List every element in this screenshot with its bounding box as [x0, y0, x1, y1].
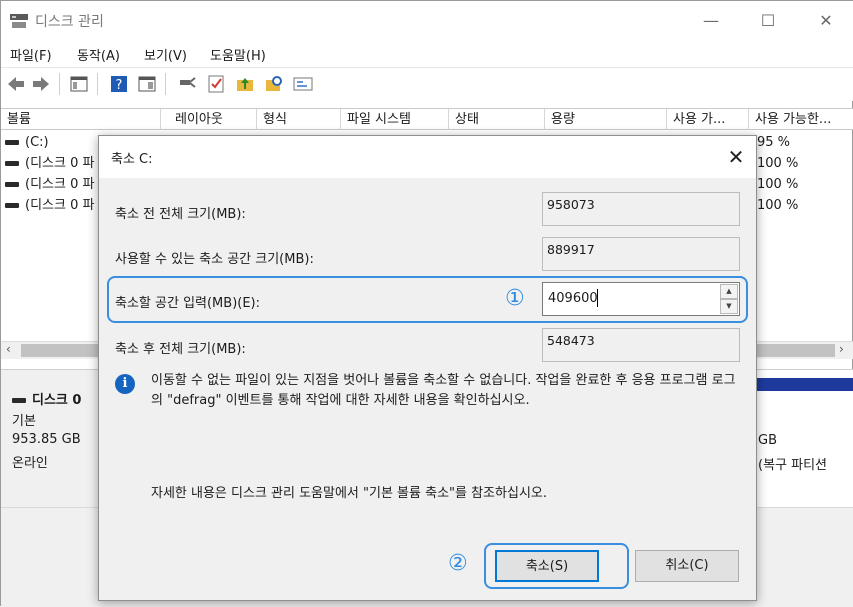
spin-down-button[interactable]: ▼ [720, 299, 738, 314]
menu-bar: 파일(F) 동작(A) 보기(V) 도움말(H) [1, 41, 853, 67]
col-percent-free[interactable]: 사용 가능한... [749, 109, 853, 130]
back-arrow-icon[interactable] [6, 74, 26, 94]
scroll-left-icon[interactable]: ‹ [6, 342, 11, 356]
menu-file[interactable]: 파일(F) [10, 45, 52, 64]
shrink-amount-value: 409600 [548, 291, 598, 306]
shrink-amount-input[interactable]: 409600 ▲ ▼ [542, 282, 740, 316]
total-before-label: 축소 전 전체 크기(MB): [115, 207, 246, 222]
spin-up-button[interactable]: ▲ [720, 284, 738, 299]
dialog-title: 축소 C: [111, 152, 153, 167]
forward-arrow-icon[interactable] [31, 74, 51, 94]
volume-list-header: 볼륨 레이아웃 형식 파일 시스템 상태 용량 사용 가... 사용 가능한..… [1, 108, 853, 130]
toolbar-separator [59, 73, 60, 95]
drive-icon [12, 398, 26, 403]
drive-icon [5, 203, 19, 208]
help-message: 자세한 내용은 디스크 관리 도움말에서 "기본 볼륨 축소"를 참조하십시오. [151, 486, 547, 501]
disk-management-window: 디스크 관리 — ☐ ✕ 파일(F) 동작(A) 보기(V) 도움말(H) ? … [0, 0, 853, 607]
shrink-dialog: 축소 C: ✕ 축소 전 전체 크기(MB): 958073 사용할 수 있는 … [98, 135, 757, 601]
disk-status: 온라인 [12, 456, 48, 471]
svg-text:?: ? [116, 78, 123, 93]
col-volume[interactable]: 볼륨 [1, 109, 161, 130]
folder-up-icon[interactable] [235, 74, 255, 94]
dialog-title-bar: 축소 C: ✕ [99, 136, 756, 178]
title-bar: 디스크 관리 — ☐ ✕ [1, 1, 853, 41]
info-icon: i [115, 374, 135, 394]
total-before-field: 958073 [542, 192, 740, 226]
connect-icon[interactable] [177, 74, 197, 94]
disk-management-icon [10, 14, 28, 28]
console-tree-icon[interactable] [69, 74, 89, 94]
scroll-right-icon[interactable]: › [839, 342, 844, 356]
col-status[interactable]: 상태 [449, 109, 545, 130]
search-folder-icon[interactable] [264, 74, 284, 94]
menu-view[interactable]: 보기(V) [144, 45, 187, 64]
col-type[interactable]: 형식 [257, 109, 341, 130]
toolbar-separator [97, 73, 98, 95]
properties-icon[interactable] [293, 74, 313, 94]
maximize-button[interactable]: ☐ [753, 7, 783, 35]
text-cursor [597, 289, 598, 307]
shrink-amount-label: 축소할 공간 입력(MB)(E): [115, 296, 261, 311]
total-after-field: 548473 [542, 328, 740, 362]
disk-info-panel[interactable]: 디스크 0 기본 953.85 GB 온라인 [1, 370, 99, 508]
help-icon[interactable]: ? [109, 74, 129, 94]
disk-name: 디스크 0 [12, 389, 81, 408]
cancel-button[interactable]: 취소(C) [635, 550, 739, 582]
volume-row[interactable]: (C:) [5, 132, 49, 153]
close-button[interactable]: ✕ [811, 7, 841, 35]
toolbar-separator [165, 73, 166, 95]
step-1-marker: ① [505, 286, 525, 311]
toolbar: ? [1, 67, 853, 101]
col-layout[interactable]: 레이아웃 [169, 109, 257, 130]
info-message: 이동할 수 없는 파일이 있는 지점을 벗어나 볼륨을 축소할 수 없습니다. … [151, 373, 736, 408]
disk-size: 953.85 GB [12, 432, 81, 447]
shrink-button[interactable]: 축소(S) [495, 550, 599, 582]
disk-type: 기본 [12, 414, 36, 429]
percent-free-value: 95 % [757, 135, 791, 150]
volume-row[interactable]: (디스크 0 파 [5, 174, 94, 195]
percent-free-value: 100 % [757, 156, 799, 171]
volume-row[interactable]: (디스크 0 파 [5, 195, 94, 216]
action-pane-icon[interactable] [137, 74, 157, 94]
recovery-partition-label: (복구 파티션 [758, 458, 828, 473]
total-after-label: 축소 후 전체 크기(MB): [115, 342, 246, 357]
col-free-space[interactable]: 사용 가... [667, 109, 749, 130]
minimize-button[interactable]: — [696, 7, 726, 35]
col-capacity[interactable]: 용량 [545, 109, 667, 130]
checklist-icon[interactable] [206, 74, 226, 94]
recovery-partition-size: GB [758, 433, 777, 448]
window-title: 디스크 관리 [35, 14, 104, 30]
volume-row[interactable]: (디스크 0 파 [5, 153, 94, 174]
drive-icon [5, 140, 19, 145]
percent-free-value: 100 % [757, 198, 799, 213]
dialog-close-button[interactable]: ✕ [723, 144, 749, 170]
percent-free-value: 100 % [757, 177, 799, 192]
drive-icon [5, 161, 19, 166]
menu-action[interactable]: 동작(A) [77, 45, 120, 64]
col-file-system[interactable]: 파일 시스템 [341, 109, 449, 130]
step-2-marker: ② [448, 551, 468, 576]
menu-help[interactable]: 도움말(H) [210, 45, 266, 64]
drive-icon [5, 182, 19, 187]
recovery-partition-bar[interactable] [756, 378, 853, 391]
available-space-field: 889917 [542, 237, 740, 271]
available-space-label: 사용할 수 있는 축소 공간 크기(MB): [115, 252, 314, 267]
